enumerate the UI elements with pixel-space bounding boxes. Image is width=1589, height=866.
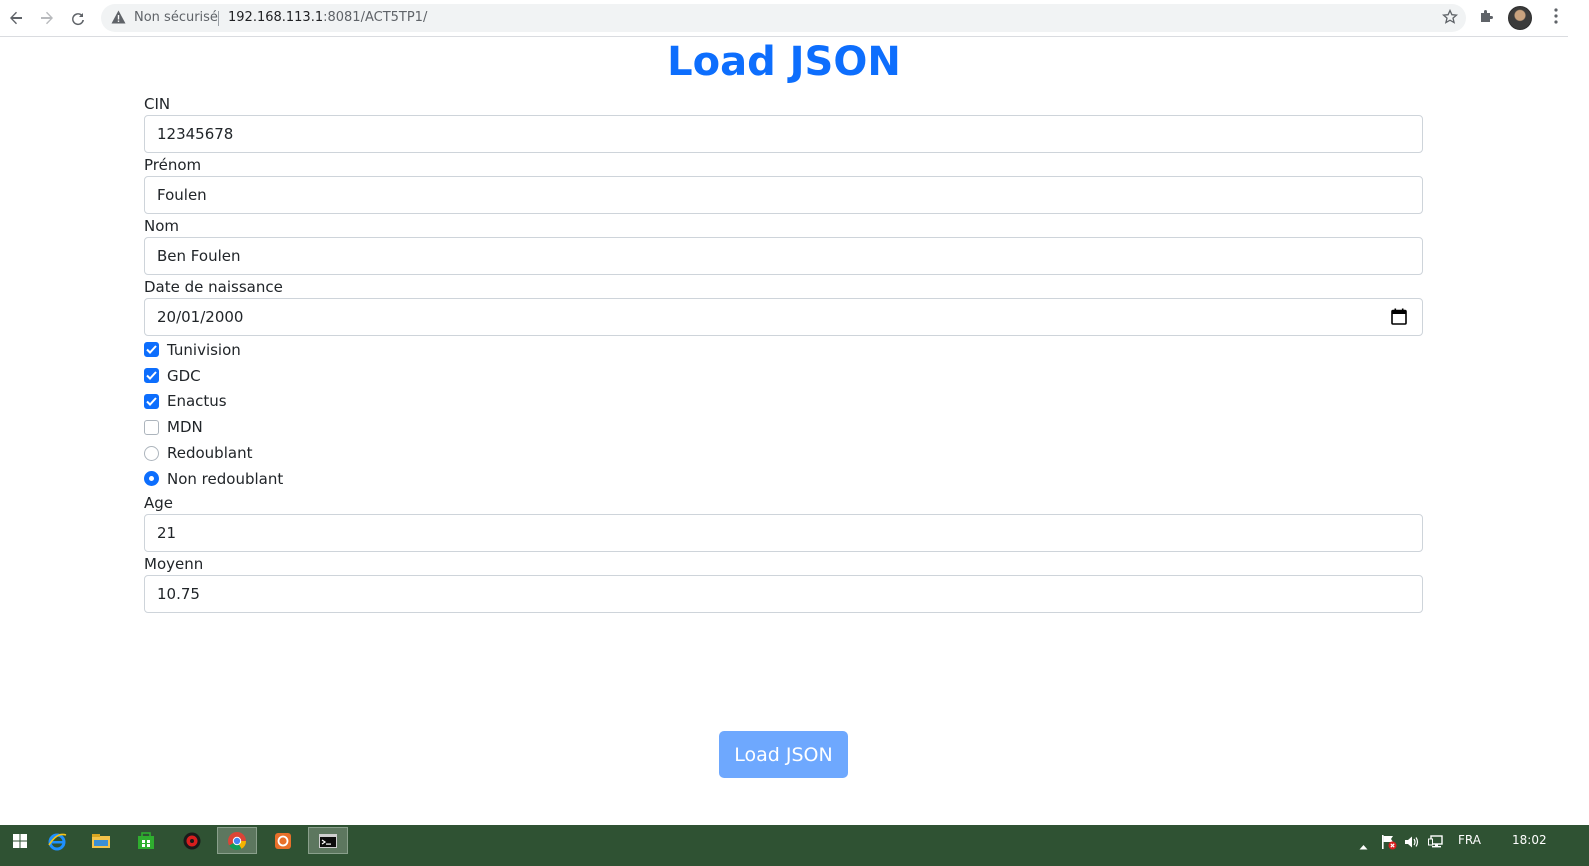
- prenom-input[interactable]: [144, 176, 1423, 214]
- nom-input[interactable]: [144, 237, 1423, 275]
- date-label: Date de naissance: [144, 278, 283, 296]
- profile-avatar[interactable]: [1508, 6, 1532, 30]
- windows-start-icon[interactable]: [0, 827, 40, 854]
- prenom-field: Prénom: [144, 154, 1423, 214]
- browser-toolbar: Non sécurisé 192.168.113.1:8081/ACT5TP1/: [0, 0, 1589, 37]
- network-icon[interactable]: [1428, 835, 1444, 854]
- cin-label: CIN: [144, 95, 171, 113]
- radio-non-redoublant[interactable]: Non redoublant: [144, 466, 1423, 492]
- security-label[interactable]: Non sécurisé: [134, 10, 218, 25]
- radio-checked-icon[interactable]: [144, 471, 159, 487]
- date-input[interactable]: [144, 298, 1423, 336]
- volume-icon[interactable]: [1404, 835, 1420, 854]
- extensions-puzzle-icon[interactable]: [1478, 8, 1495, 30]
- age-field: Age: [144, 492, 1423, 552]
- checkbox-gdc[interactable]: GDC: [144, 363, 1423, 389]
- chrome-icon[interactable]: [217, 827, 257, 854]
- moyenne-field: Moyenn: [144, 553, 1423, 613]
- forward-icon[interactable]: [35, 6, 59, 30]
- command-prompt-icon[interactable]: [308, 827, 348, 854]
- back-icon[interactable]: [4, 6, 28, 30]
- address-bar[interactable]: Non sécurisé 192.168.113.1:8081/ACT5TP1/: [101, 4, 1466, 32]
- cin-field: CIN: [144, 93, 1423, 153]
- checkbox-label: GDC: [167, 366, 201, 385]
- file-explorer-icon[interactable]: [81, 827, 121, 854]
- media-player-icon[interactable]: [172, 827, 212, 854]
- omnibox-divider: [218, 11, 219, 26]
- prenom-label: Prénom: [144, 156, 202, 174]
- scrollbar-track[interactable]: [1568, 36, 1589, 825]
- date-field: Date de naissance: [144, 276, 1423, 336]
- radio-redoublant[interactable]: Redoublant: [144, 440, 1423, 466]
- checkbox-tunivision[interactable]: Tunivision: [144, 337, 1423, 363]
- url-path: :8081/ACT5TP1/: [323, 10, 428, 25]
- checkbox-label: Tunivision: [167, 340, 241, 359]
- age-label: Age: [144, 493, 174, 512]
- url-text[interactable]: 192.168.113.1:8081/ACT5TP1/: [228, 10, 427, 25]
- nom-field: Nom: [144, 215, 1423, 275]
- show-hidden-icons-icon[interactable]: [1359, 837, 1368, 855]
- checkbox-enactus[interactable]: Enactus: [144, 389, 1423, 415]
- checkbox-checked-icon[interactable]: [144, 342, 159, 358]
- nom-label: Nom: [144, 217, 180, 235]
- checkbox-mdn[interactable]: MDN: [144, 414, 1423, 440]
- student-form: CIN Prénom Nom Date de naissance Tunivis…: [144, 93, 1423, 614]
- reload-icon[interactable]: [66, 6, 90, 30]
- kebab-menu-icon[interactable]: [1554, 8, 1558, 29]
- calendar-icon[interactable]: [1391, 308, 1407, 330]
- taskbar: FRA 18:02: [0, 825, 1589, 866]
- load-json-button[interactable]: Load JSON: [719, 731, 848, 778]
- checkbox-group: Tunivision GDC Enactus MDN Redoublant No…: [144, 337, 1423, 492]
- flag-alert-icon[interactable]: [1381, 834, 1397, 855]
- bookmark-star-icon[interactable]: [1441, 8, 1459, 30]
- moyenne-label: Moyenn: [144, 554, 204, 573]
- page-title: Load JSON: [667, 39, 901, 85]
- checkbox-label: Enactus: [167, 392, 227, 411]
- radio-label: Redoublant: [167, 444, 253, 463]
- radio-unchecked-icon[interactable]: [144, 445, 159, 461]
- radio-label: Non redoublant: [167, 469, 284, 488]
- date-input-wrapper: [144, 298, 1423, 336]
- checkbox-checked-icon[interactable]: [144, 368, 159, 384]
- app-orange-icon[interactable]: [263, 827, 303, 854]
- warning-icon: [111, 10, 126, 29]
- clock[interactable]: 18:02: [1512, 833, 1547, 847]
- internet-explorer-icon[interactable]: [37, 827, 77, 854]
- age-input[interactable]: [144, 513, 1423, 552]
- input-language-indicator[interactable]: FRA: [1458, 833, 1481, 847]
- store-app-icon[interactable]: [126, 827, 166, 854]
- url-host: 192.168.113.1: [228, 10, 324, 25]
- checkbox-label: MDN: [167, 418, 203, 437]
- checkbox-checked-icon[interactable]: [144, 393, 159, 409]
- cin-input[interactable]: [144, 115, 1423, 153]
- moyenne-input[interactable]: [144, 574, 1423, 613]
- checkbox-unchecked-icon[interactable]: [144, 419, 159, 435]
